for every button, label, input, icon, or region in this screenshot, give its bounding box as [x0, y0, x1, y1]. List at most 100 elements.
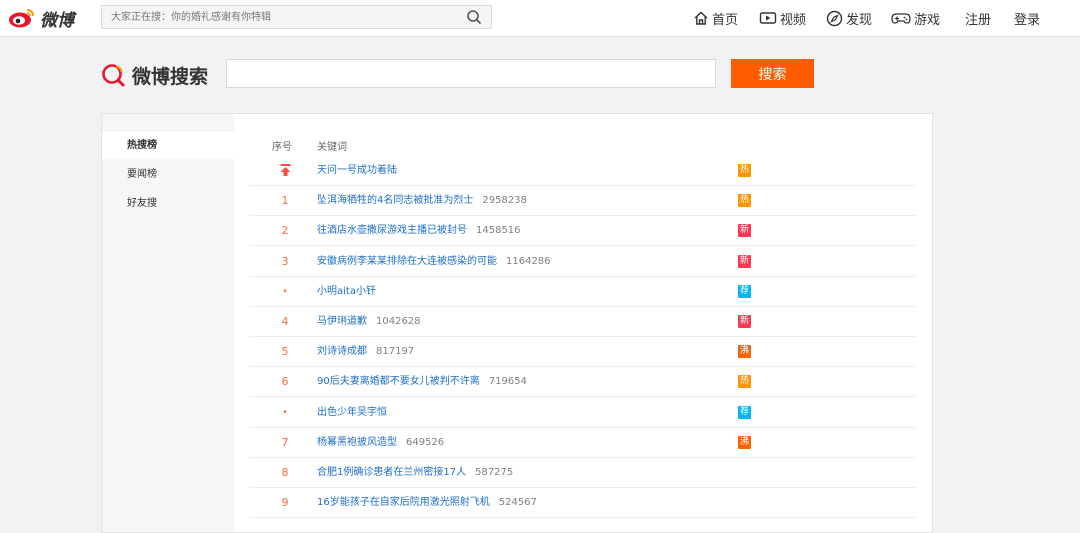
- home-icon: [694, 11, 708, 25]
- rank-number: •: [282, 286, 288, 297]
- rank-number: 8: [281, 466, 289, 479]
- sidebar-item-news[interactable]: 要闻榜: [102, 161, 234, 188]
- table-row: 6 90后夫妻离婚都不要女儿被判不许离 719654 热: [249, 367, 916, 398]
- column-header-rank: 序号: [272, 142, 292, 153]
- table-row: • 出色少年吴宇恒 荐: [249, 398, 916, 428]
- register-link[interactable]: 注册: [965, 0, 991, 36]
- status-badge: 新: [738, 254, 751, 268]
- top-search-input[interactable]: [102, 6, 471, 28]
- table-row: 4 马伊琍道歉 1042628 新: [249, 307, 916, 337]
- nav-discover[interactable]: 发现: [826, 0, 872, 36]
- rank-number: 1: [281, 194, 289, 208]
- weibo-search-icon: [102, 64, 125, 87]
- search-logo: 微博搜索: [101, 60, 208, 90]
- compass-icon: [826, 10, 843, 26]
- register-label: 注册: [965, 12, 992, 28]
- keyword-cell: 杨幂黑袍披风造型 649526: [317, 428, 444, 458]
- search-count: 1458516: [476, 225, 521, 237]
- rank-number: 5: [281, 345, 289, 359]
- keyword-link[interactable]: 90后夫妻离婚都不要女儿被判不许离: [317, 376, 480, 387]
- rank-number: 3: [281, 254, 289, 268]
- status-badge: 热: [738, 375, 751, 389]
- brand-name: 微博: [40, 10, 74, 31]
- rank-number: 4: [281, 315, 289, 328]
- keyword-link[interactable]: 往酒店水壶撒尿游戏主播已被封号: [317, 225, 467, 236]
- rank-number: •: [282, 407, 288, 418]
- keyword-link[interactable]: 合肥1例确诊患者在兰州密接17人: [317, 467, 466, 478]
- search-count: 719654: [488, 376, 527, 388]
- keyword-cell: 合肥1例确诊患者在兰州密接17人 587275: [317, 458, 513, 488]
- keyword-cell: 90后夫妻离婚都不要女儿被判不许离 719654: [317, 367, 527, 397]
- status-badge: 热: [738, 194, 751, 208]
- sidebar-item-hot[interactable]: 热搜榜: [102, 132, 234, 159]
- status-badge: 热: [738, 164, 751, 177]
- top-search-box: [101, 5, 492, 29]
- nav-video[interactable]: 视频: [759, 0, 806, 36]
- rank-number: 7: [281, 435, 289, 449]
- search-count: 1164286: [506, 255, 551, 267]
- video-icon: [759, 12, 777, 24]
- login-label: 登录: [1014, 12, 1041, 28]
- keyword-link[interactable]: 安徽病例李某某排除在大连被感染的可能: [317, 256, 497, 267]
- nav-home-label: 首页: [712, 12, 739, 28]
- keyword-cell: 刘诗诗成都 817197: [317, 337, 414, 367]
- search-count: 1042628: [376, 316, 421, 327]
- hot-search-panel: 热搜榜 要闻榜 好友搜 序号 关键词 天问一号成功着陆热 1 坠洱海牺牲的4名同志被…: [101, 113, 933, 533]
- weibo-eye-icon: [9, 9, 34, 28]
- search-count: 524567: [498, 497, 537, 509]
- gamepad-icon: [891, 13, 911, 24]
- keyword-cell: 往酒店水壶撒尿游戏主播已被封号 1458516: [317, 216, 521, 246]
- keyword-cell: 出色少年吴宇恒: [317, 398, 387, 428]
- keyword-link[interactable]: 坠洱海牺牲的4名同志被批准为烈士: [317, 195, 473, 206]
- keyword-link[interactable]: 小明aita小钎: [317, 286, 376, 297]
- nav-games-label: 游戏: [914, 12, 941, 28]
- search-title: 微博搜索: [132, 65, 209, 88]
- search-count: 2958238: [482, 195, 527, 207]
- keyword-link[interactable]: 出色少年吴宇恒: [317, 407, 387, 418]
- sidebar-item-friends[interactable]: 好友搜: [102, 190, 234, 217]
- keyword-cell: 坠洱海牺牲的4名同志被批准为烈士 2958238: [317, 186, 527, 216]
- search-count: 587275: [475, 467, 514, 478]
- pinned-top-icon: [249, 156, 321, 186]
- keyword-link[interactable]: 马伊琍道歉: [317, 316, 367, 327]
- status-badge: 新: [738, 224, 751, 238]
- status-badge: 新: [738, 315, 751, 328]
- main-search-input[interactable]: [226, 59, 716, 88]
- table-row: 2 往酒店水壶撒尿游戏主播已被封号 1458516 新: [249, 216, 916, 247]
- rank-number: 6: [281, 375, 289, 389]
- sidebar: 热搜榜 要闻榜 好友搜: [102, 114, 234, 532]
- keyword-link[interactable]: 刘诗诗成都: [317, 346, 367, 357]
- status-badge: 荐: [738, 405, 751, 419]
- search-button[interactable]: 搜索: [731, 59, 814, 88]
- rank-number: 9: [281, 496, 289, 510]
- weibo-logo[interactable]: 微博: [8, 6, 74, 31]
- nav-games[interactable]: 游戏: [891, 0, 940, 36]
- nav-home[interactable]: 首页: [693, 0, 738, 36]
- search-count: 817197: [376, 346, 415, 358]
- nav-discover-label: 发现: [846, 12, 873, 28]
- search-icon[interactable]: [466, 9, 482, 25]
- rank-number: 2: [281, 224, 289, 238]
- status-badge: 沸: [738, 345, 751, 359]
- keyword-cell: 安徽病例李某某排除在大连被感染的可能 1164286: [317, 247, 551, 277]
- search-count: 649526: [406, 436, 445, 448]
- top-bar: 微博 首页 视频 发现 游: [0, 0, 1080, 37]
- keyword-link[interactable]: 16岁能孩子在自家后院用激光照射飞机: [317, 497, 490, 508]
- status-badge: 荐: [738, 284, 751, 298]
- table-row: 9 16岁能孩子在自家后院用激光照射飞机 524567: [249, 488, 916, 519]
- status-badge: 沸: [738, 435, 751, 449]
- table-row: 7 杨幂黑袍披风造型 649526 沸: [249, 428, 916, 458]
- keyword-cell: 马伊琍道歉 1042628: [317, 307, 421, 337]
- login-link[interactable]: 登录: [1014, 0, 1040, 36]
- column-header-keyword: 关键词: [317, 142, 347, 153]
- keyword-cell: 天问一号成功着陆: [317, 156, 397, 186]
- keyword-cell: 小明aita小钎: [317, 277, 376, 307]
- keyword-link[interactable]: 杨幂黑袍披风造型: [317, 437, 397, 448]
- table-row: 8 合肥1例确诊患者在兰州密接17人 587275: [249, 458, 916, 488]
- table-row: • 小明aita小钎 荐: [249, 277, 916, 307]
- table-row: 5 刘诗诗成都 817197 沸: [249, 337, 916, 368]
- table-row: 3 安徽病例李某某排除在大连被感染的可能 1164286 新: [249, 247, 916, 277]
- table-row: 1 坠洱海牺牲的4名同志被批准为烈士 2958238 热: [249, 186, 916, 217]
- keyword-cell: 16岁能孩子在自家后院用激光照射飞机 524567: [317, 488, 537, 518]
- keyword-link[interactable]: 天问一号成功着陆: [317, 165, 397, 176]
